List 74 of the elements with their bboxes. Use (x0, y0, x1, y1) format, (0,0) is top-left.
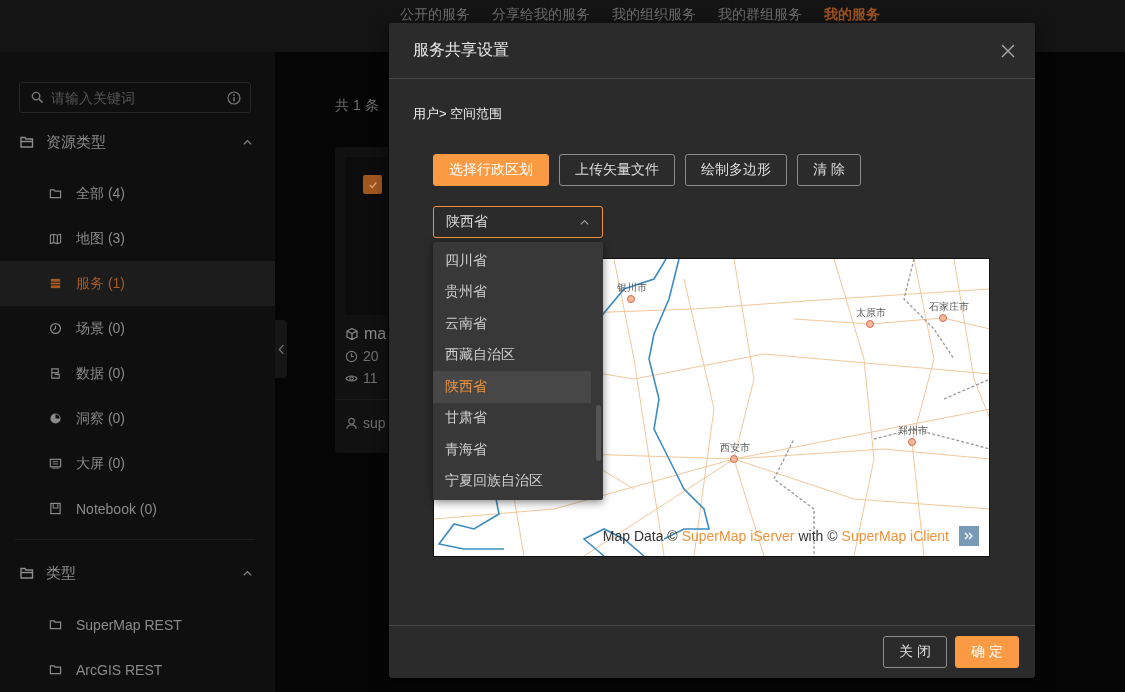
breadcrumb: 用户> 空间范围 (413, 105, 504, 123)
nav-tab[interactable]: 我的组织服务 (612, 6, 696, 24)
search-icon (31, 91, 44, 104)
city-label: 郑州市 (898, 425, 928, 436)
card-date: 20 (363, 348, 379, 364)
category-icon (49, 232, 62, 245)
card-views: 11 (363, 370, 378, 386)
folder-icon (20, 135, 34, 149)
dropdown-option[interactable]: 青海省 (433, 434, 591, 466)
sidebar-item[interactable]: 服务 (1) (0, 261, 275, 306)
city-marker-icon (730, 455, 738, 463)
expand-button[interactable] (959, 526, 979, 546)
scrollbar-thumb[interactable] (596, 405, 601, 461)
region-select[interactable]: 陕西省 (433, 206, 603, 238)
dropdown-option[interactable]: 四川省 (433, 245, 591, 277)
card-owner: sup (363, 415, 386, 431)
tool-button[interactable]: 绘制多边形 (685, 154, 787, 186)
folder-icon (49, 618, 62, 631)
city-label: 太原市 (856, 307, 886, 318)
sidebar-item[interactable]: 大屏 (0) (0, 441, 275, 486)
sidebar-item[interactable]: Notebook (0) (0, 486, 275, 531)
folder-icon (20, 566, 34, 580)
dialog-title: 服务共享设置 (413, 40, 509, 60)
sidebar-item[interactable]: 数据 (0) (0, 351, 275, 396)
double-chevron-icon (964, 532, 974, 540)
category-icon (49, 412, 62, 425)
category-icon (49, 502, 62, 515)
nav-tab[interactable]: 公开的服务 (400, 6, 470, 24)
dropdown-option[interactable]: 陕西省 (433, 371, 591, 403)
dropdown-option[interactable]: 贵州省 (433, 276, 591, 308)
nav-tab[interactable]: 分享给我的服务 (492, 6, 590, 24)
category-icon (49, 457, 62, 470)
sidebar-item[interactable]: 洞察 (0) (0, 396, 275, 441)
sidebar-item[interactable]: 地图 (3) (0, 216, 275, 261)
card-title: ma (364, 325, 387, 343)
user-icon (345, 416, 358, 430)
section-title: 类型 (46, 563, 77, 583)
city-marker-icon (866, 320, 874, 328)
cancel-button[interactable]: 关 闭 (883, 636, 947, 668)
search-field[interactable]: 请输入关键词 (19, 82, 251, 113)
check-icon (367, 179, 378, 190)
city-label: 西安市 (720, 442, 750, 453)
section-title: 资源类型 (46, 132, 107, 152)
dropdown-option[interactable]: 宁夏回族自治区 (433, 465, 591, 497)
category-icon (49, 367, 62, 380)
sidebar-item[interactable]: 全部 (4) (0, 171, 275, 216)
chevron-left-icon (277, 343, 285, 355)
close-button[interactable] (1001, 43, 1015, 58)
dropdown-option[interactable]: 西藏自治区 (433, 339, 591, 371)
collapse-handle[interactable] (275, 320, 287, 378)
sidebar-item[interactable]: 场景 (0) (0, 306, 275, 351)
result-count: 共 1 条 (335, 97, 379, 115)
clock-icon (345, 349, 358, 363)
nav-tab[interactable]: 我的服务 (824, 6, 880, 24)
city-marker-icon (939, 314, 947, 322)
sidebar-item[interactable]: SuperMap REST (0, 602, 275, 647)
dropdown-option[interactable]: 云南省 (433, 308, 591, 340)
tool-button[interactable]: 清 除 (797, 154, 861, 186)
folder-icon (49, 187, 62, 200)
service-card[interactable]: ma 20 11 sup (335, 147, 388, 453)
dropdown-option[interactable]: 甘肃省 (433, 402, 591, 434)
nav-tab[interactable]: 我的群组服务 (718, 6, 802, 24)
folder-icon (49, 663, 62, 676)
city-marker-icon (627, 295, 635, 303)
checkbox[interactable] (363, 175, 382, 194)
category-icon (49, 277, 62, 290)
city-label: 石家庄市 (929, 301, 969, 312)
cube-icon (345, 327, 359, 341)
attribution-text: with © (798, 528, 838, 544)
info-icon (227, 91, 241, 105)
tool-button[interactable]: 上传矢量文件 (559, 154, 675, 186)
city-marker-icon (908, 438, 916, 446)
sidebar-item[interactable]: ArcGIS REST (0, 647, 275, 692)
category-icon (49, 322, 62, 335)
